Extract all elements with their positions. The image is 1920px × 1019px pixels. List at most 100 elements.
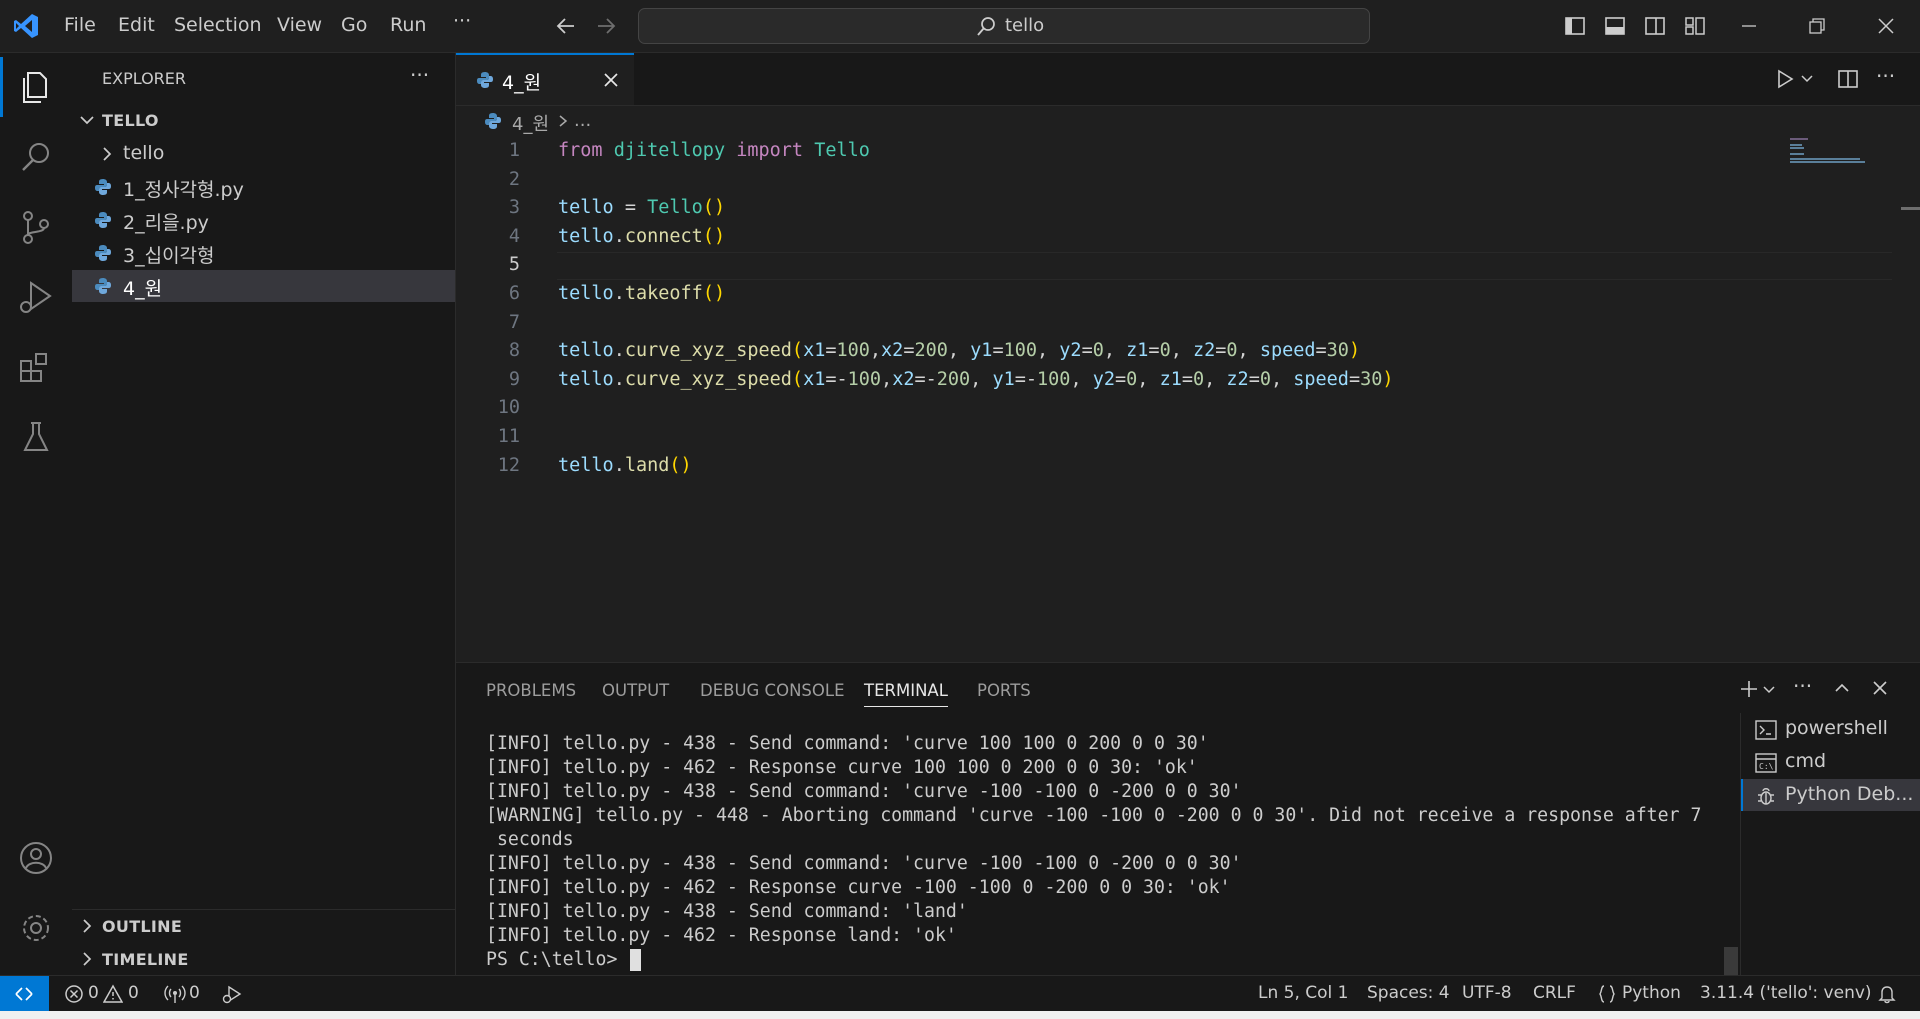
code-text: tello.takeoff() [558, 283, 725, 304]
editor-tab-active[interactable]: 4_원 [456, 53, 634, 105]
code-token: , [970, 369, 993, 390]
code-token: y2 [1092, 369, 1115, 390]
activity-bar [0, 53, 73, 975]
manage-gear-icon[interactable] [14, 906, 58, 950]
tree-item-folder-tello[interactable]: tello [72, 138, 455, 170]
line-number: 10 [497, 397, 520, 418]
terminal-prompt: PS C:\tello> [486, 949, 629, 970]
encoding[interactable]: UTF-8 [1462, 983, 1512, 1003]
close-tab-icon[interactable] [602, 71, 620, 89]
terminal-scrollbar[interactable] [1724, 947, 1738, 976]
tab-ports[interactable]: PORTS [977, 681, 1031, 700]
chevron-right-icon [78, 950, 96, 968]
toggle-primary-sidebar-icon[interactable] [1564, 15, 1586, 37]
tab-output[interactable]: OUTPUT [602, 681, 669, 700]
line-number: 7 [508, 312, 520, 333]
code-line: 2 [456, 165, 1756, 193]
panel-more-actions-button[interactable]: ··· [1793, 674, 1812, 698]
tree-item-file-3[interactable]: 3_십이각형 [72, 237, 455, 269]
line-number: 8 [508, 340, 520, 361]
maximize-panel-chevron-up-icon[interactable] [1832, 678, 1852, 698]
tree-item-file-2[interactable]: 2_리을.py [72, 204, 455, 236]
debug-launch-icon[interactable] [221, 984, 243, 1004]
menu-view[interactable]: View [277, 14, 322, 36]
end-of-line[interactable]: CRLF [1533, 983, 1576, 1003]
run-options-chevron-icon[interactable] [1800, 72, 1814, 86]
warning-count[interactable]: 0 [128, 983, 139, 1003]
split-editor-icon[interactable] [1837, 68, 1859, 90]
accounts-icon[interactable] [14, 836, 58, 880]
terminal-profile-chevron-icon[interactable] [1762, 683, 1776, 697]
terminal-tab-python-debug[interactable]: Python Deb... [1741, 779, 1920, 811]
explorer-icon[interactable] [14, 65, 58, 109]
tab-terminal[interactable]: TERMINAL [864, 681, 948, 707]
code-editor[interactable]: 1 from djitellopy import Tello 2 3 tello = T… [456, 136, 1920, 661]
explorer-more-button[interactable]: ··· [410, 63, 429, 87]
source-control-icon[interactable] [14, 205, 58, 249]
code-token: y1 [970, 340, 993, 361]
divider [72, 909, 455, 910]
toggle-panel-icon[interactable] [1604, 15, 1626, 37]
run-python-file-icon[interactable] [1774, 68, 1796, 90]
line-number: 5 [508, 254, 520, 275]
error-count[interactable]: 0 [88, 983, 99, 1003]
code-token: () [702, 226, 726, 247]
menu-selection[interactable]: Selection [174, 14, 262, 36]
notifications-bell-icon[interactable] [1877, 984, 1897, 1004]
code-token: tello [558, 340, 614, 361]
terminal-cursor [630, 949, 641, 971]
timeline-section-header[interactable]: TIMELINE [72, 944, 455, 976]
customize-layout-icon[interactable] [1684, 15, 1706, 37]
menu-file[interactable]: File [64, 14, 96, 36]
forward-arrow-icon[interactable] [595, 15, 617, 37]
ports-count[interactable]: 0 [189, 983, 200, 1003]
code-line: 5 [456, 250, 1756, 278]
toggle-secondary-sidebar-icon[interactable] [1644, 15, 1666, 37]
code-token: 200 [914, 340, 948, 361]
menu-more-button[interactable]: ··· [453, 10, 471, 32]
workspace-folder-header[interactable]: TELLO [72, 105, 455, 137]
powershell-icon [1755, 720, 1777, 740]
restore-window-icon[interactable] [1806, 15, 1828, 37]
extensions-icon[interactable] [14, 345, 58, 389]
code-text: tello.land() [558, 455, 692, 476]
code-token: , [947, 340, 971, 361]
terminal-tab-cmd[interactable]: C:\ cmd [1741, 746, 1920, 778]
language-mode[interactable]: Python [1622, 983, 1681, 1003]
tab-problems[interactable]: PROBLEMS [486, 681, 576, 700]
menu-edit[interactable]: Edit [118, 14, 155, 36]
indentation[interactable]: Spaces: 4 [1367, 983, 1450, 1003]
search-view-icon[interactable] [14, 135, 58, 179]
python-interpreter[interactable]: 3.11.4 ('tello': venv) [1700, 983, 1872, 1003]
menu-run[interactable]: Run [390, 14, 426, 36]
code-token: import [736, 140, 804, 161]
menu-go[interactable]: Go [341, 14, 367, 36]
minimap[interactable] [1790, 136, 1870, 166]
code-token: 0 [1092, 340, 1104, 361]
terminal-tab-powershell[interactable]: powershell [1741, 713, 1920, 745]
breadcrumb-file[interactable]: 4_원 [512, 110, 549, 136]
command-center-search[interactable]: tello [638, 8, 1370, 44]
new-terminal-plus-icon[interactable] [1738, 678, 1760, 700]
remote-indicator[interactable] [0, 976, 49, 1012]
bottom-panel: PROBLEMS OUTPUT DEBUG CONSOLE TERMINAL P… [456, 662, 1920, 976]
tree-item-file-4-selected[interactable]: 4_원 [72, 270, 455, 302]
tree-item-file-1[interactable]: 1_정사각형.py [72, 171, 455, 203]
code-token: speed [1293, 369, 1349, 390]
code-token: , [1070, 369, 1093, 390]
code-token: tello [558, 226, 614, 247]
close-panel-icon[interactable] [1870, 678, 1890, 698]
editor-more-actions-button[interactable]: ··· [1876, 64, 1895, 88]
code-token: 30 [1360, 369, 1383, 390]
minimize-window-icon[interactable] [1738, 15, 1760, 37]
outline-section-header[interactable]: OUTLINE [72, 911, 455, 943]
testing-flask-icon[interactable] [14, 415, 58, 459]
close-window-icon[interactable] [1875, 15, 1897, 37]
breadcrumb-symbol[interactable]: ... [574, 110, 591, 131]
python-file-icon [484, 112, 502, 130]
tab-debug-console[interactable]: DEBUG CONSOLE [700, 681, 845, 700]
cursor-position[interactable]: Ln 5, Col 1 [1258, 983, 1349, 1003]
run-and-debug-icon[interactable] [14, 275, 58, 319]
back-arrow-icon[interactable] [555, 15, 577, 37]
code-token: ( [791, 340, 804, 361]
